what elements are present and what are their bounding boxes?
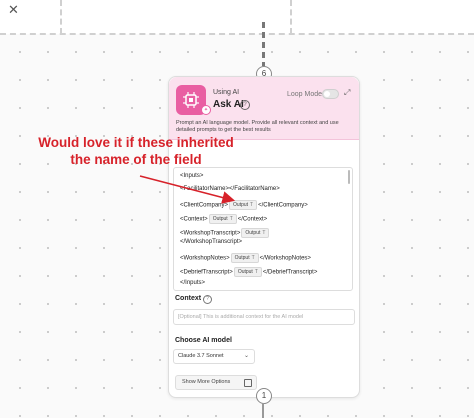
annotation-arrow xyxy=(139,175,236,204)
